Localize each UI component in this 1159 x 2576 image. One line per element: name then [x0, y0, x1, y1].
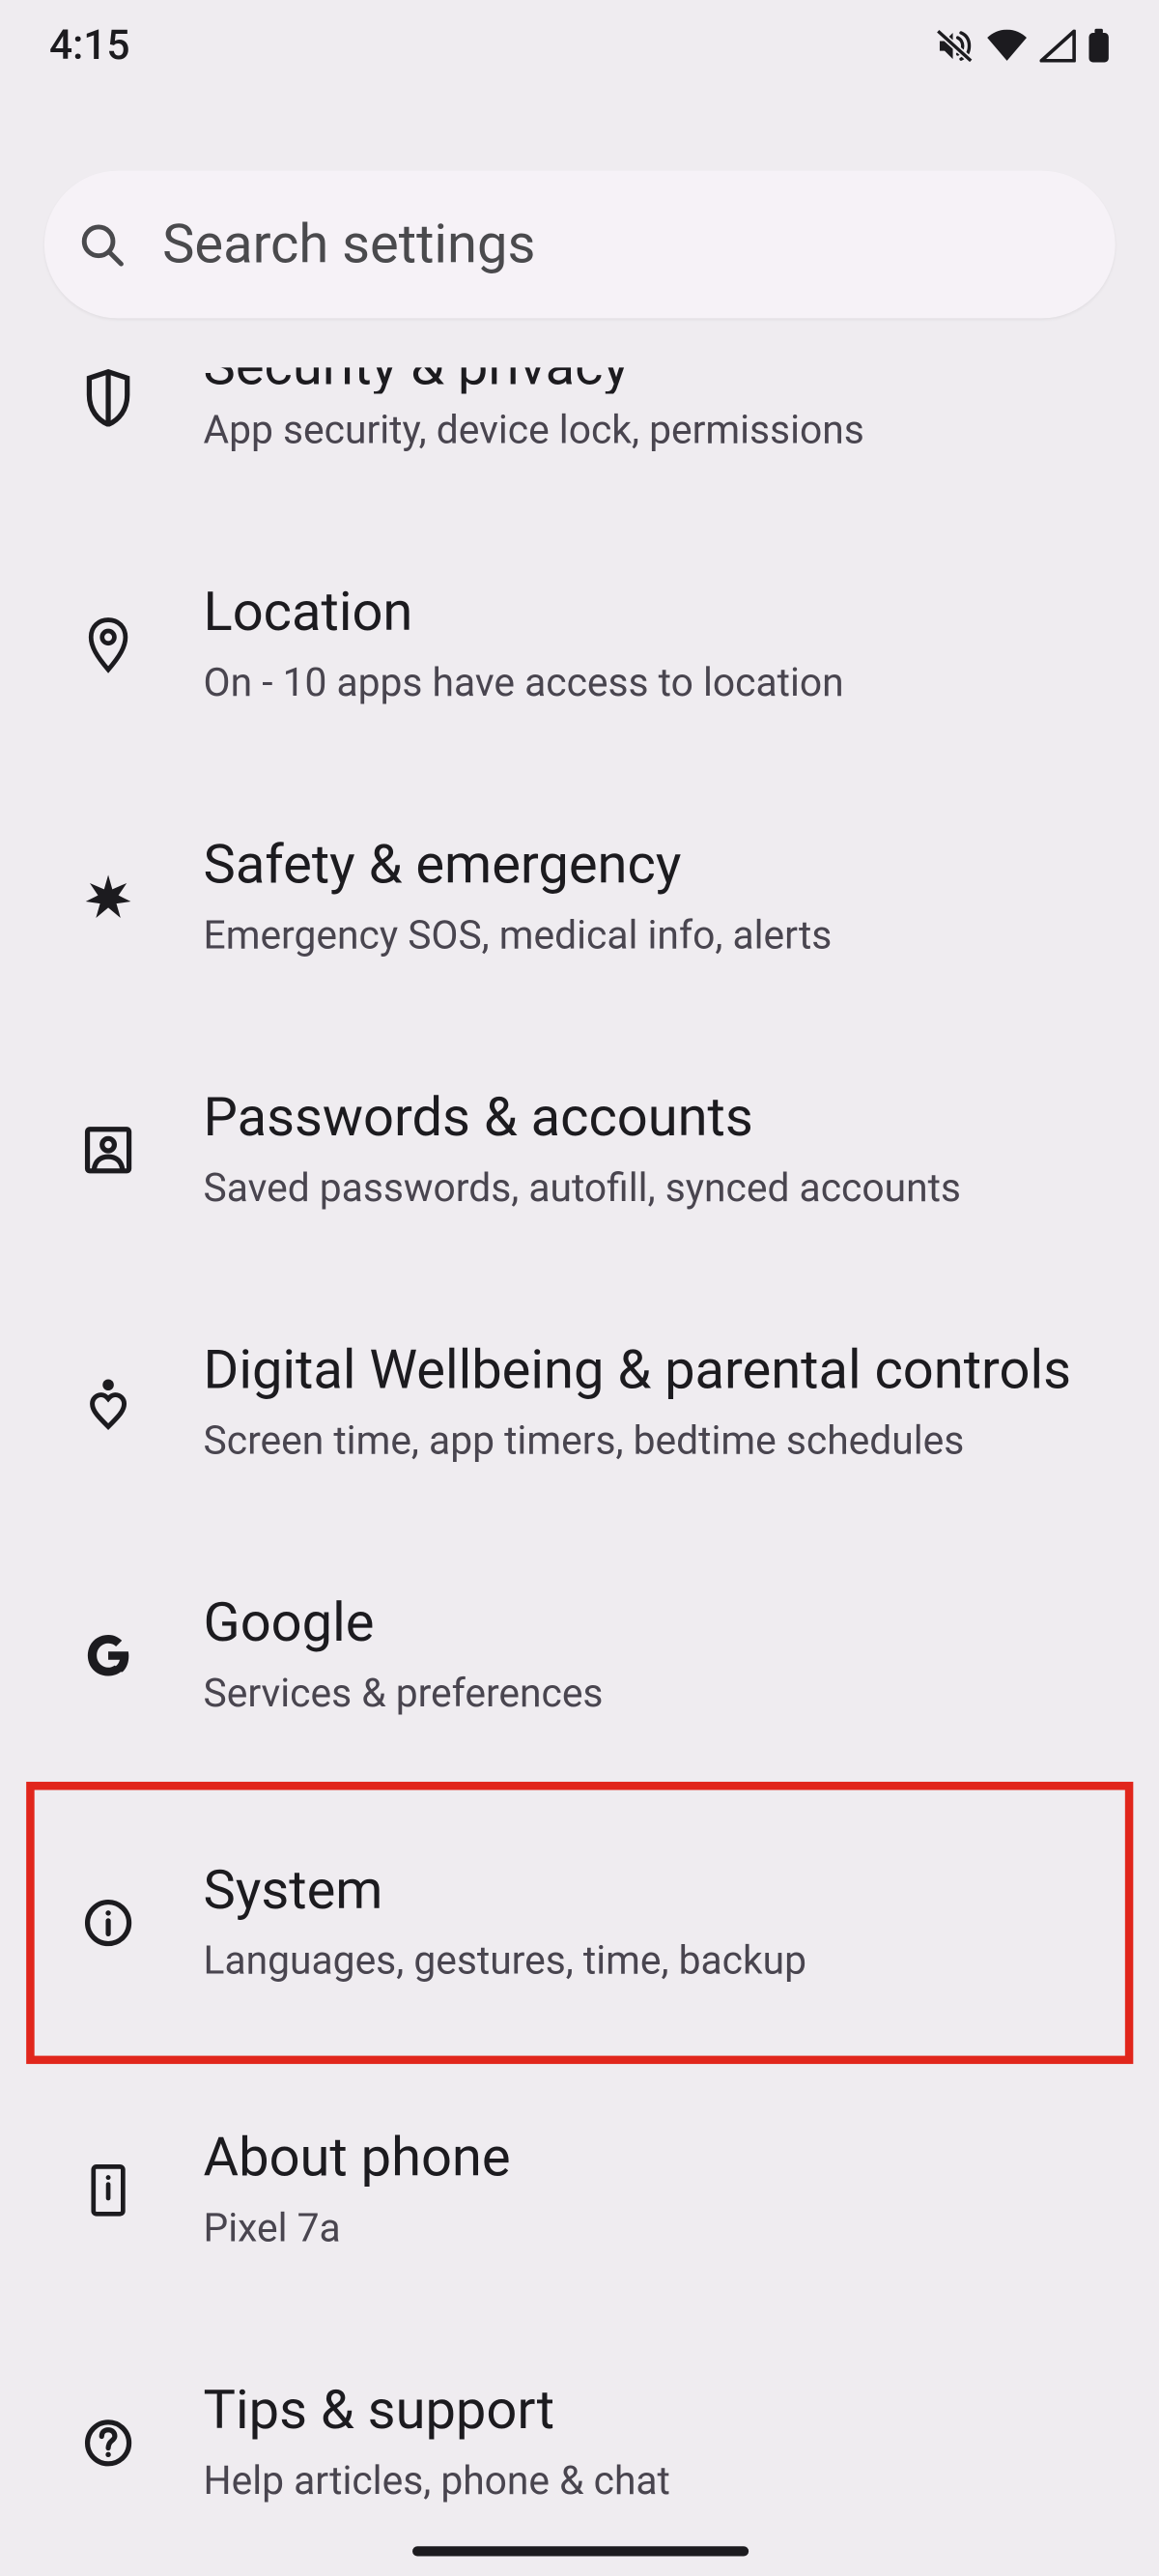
help-icon: [75, 2411, 141, 2476]
settings-item-about-phone[interactable]: About phone Pixel 7a: [0, 2065, 1159, 2317]
settings-item-safety[interactable]: Safety & emergency Emergency SOS, medica…: [0, 772, 1159, 1024]
navigation-handle[interactable]: [411, 2546, 748, 2556]
item-subtitle: Pixel 7a: [204, 2202, 1127, 2255]
item-subtitle: App security, device lock, permissions: [204, 404, 1127, 457]
info-icon: [75, 1891, 141, 1957]
google-icon: [75, 1623, 141, 1689]
phone-info-icon: [75, 2158, 141, 2223]
item-title: Digital Wellbeing & parental controls: [204, 1339, 1127, 1404]
item-title: Google: [204, 1592, 1127, 1657]
battery-icon: [1088, 28, 1111, 64]
settings-item-tips[interactable]: Tips & support Help articles, phone & ch…: [0, 2317, 1159, 2569]
shield-icon: [75, 364, 141, 430]
heart-person-icon: [75, 1370, 141, 1436]
item-subtitle: Saved passwords, autofill, synced accoun…: [204, 1161, 1127, 1215]
item-subtitle: Help articles, phone & chat: [204, 2454, 1127, 2507]
item-title: Security & privacy: [204, 367, 1127, 393]
status-bar: 4:15: [0, 0, 1159, 92]
item-subtitle: Languages, gestures, time, backup: [204, 1934, 1125, 1988]
status-time: 4:15: [49, 22, 130, 70]
account-box-icon: [75, 1118, 141, 1184]
item-subtitle: Services & preferences: [204, 1667, 1127, 1720]
item-subtitle: Emergency SOS, medical info, alerts: [204, 909, 1127, 962]
item-subtitle: Screen time, app timers, bedtime schedul…: [204, 1415, 1127, 1468]
asterisk-icon: [75, 865, 141, 930]
search-icon: [77, 220, 127, 270]
item-title: Safety & emergency: [204, 834, 1127, 899]
settings-list: Security & privacy App security, device …: [0, 318, 1159, 2569]
status-icons: [935, 28, 1111, 64]
location-pin-icon: [75, 613, 141, 678]
settings-item-security[interactable]: Security & privacy App security, device …: [0, 367, 1159, 519]
settings-item-passwords[interactable]: Passwords & accounts Saved passwords, au…: [0, 1024, 1159, 1276]
item-title: System: [204, 1859, 1125, 1924]
cell-signal-icon: [1040, 30, 1076, 63]
item-subtitle: On - 10 apps have access to location: [204, 656, 1127, 709]
settings-item-digital-wellbeing[interactable]: Digital Wellbeing & parental controls Sc…: [0, 1277, 1159, 1530]
item-title: About phone: [204, 2127, 1127, 2191]
settings-item-location[interactable]: Location On - 10 apps have access to loc…: [0, 519, 1159, 771]
mute-icon: [935, 28, 975, 64]
search-settings-input[interactable]: Search settings: [44, 171, 1116, 319]
settings-item-system[interactable]: System Languages, gestures, time, backup: [26, 1783, 1133, 2065]
search-placeholder: Search settings: [162, 213, 535, 276]
settings-item-google[interactable]: Google Services & preferences: [0, 1530, 1159, 1782]
item-title: Tips & support: [204, 2380, 1127, 2445]
item-title: Location: [204, 582, 1127, 646]
item-title: Passwords & accounts: [204, 1087, 1127, 1152]
wifi-icon: [985, 30, 1028, 63]
